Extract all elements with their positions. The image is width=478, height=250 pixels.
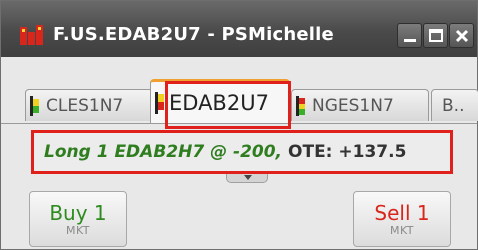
sell-order-type: MKT [389,223,415,237]
tab-nges1n7[interactable]: NGES1N7 [291,89,429,121]
tab-label: NGES1N7 [312,95,394,116]
minimize-icon [404,39,416,42]
close-button[interactable] [449,23,474,48]
buy-label: Buy 1 [49,200,107,225]
tab-label: B.. [442,95,465,116]
ote-text: OTE: +137.5 [288,142,407,162]
maximize-icon [429,29,443,42]
trading-window: F.US.EDAB2U7 - PSMichelle CLES1N7 NGES1N… [0,0,478,250]
tab-cles1n7[interactable]: CLES1N7 [25,89,155,121]
bar-icon [296,95,305,116]
buy-order-type: MKT [65,223,91,237]
tab-label: CLES1N7 [46,95,124,116]
position-text: Long 1 EDAB2H7 @ -200, [44,142,283,162]
close-icon [455,29,469,43]
active-tab-highlight [165,81,291,129]
app-logo-icon [19,23,45,49]
collapse-toggle[interactable] [226,174,268,183]
title-bar[interactable]: F.US.EDAB2U7 - PSMichelle [1,1,477,57]
maximize-button[interactable] [423,23,448,48]
minimize-button[interactable] [397,23,422,48]
bar-icon [30,95,39,116]
tab-more[interactable]: B.. [431,89,478,121]
sell-button[interactable]: Sell 1 MKT [353,191,451,247]
bar-icon [155,91,164,114]
window-title: F.US.EDAB2U7 - PSMichelle [53,24,334,45]
buy-button[interactable]: Buy 1 MKT [29,191,127,247]
sell-label: Sell 1 [374,200,430,225]
position-summary: Long 1 EDAB2H7 @ -200, OTE: +137.5 [31,130,453,174]
